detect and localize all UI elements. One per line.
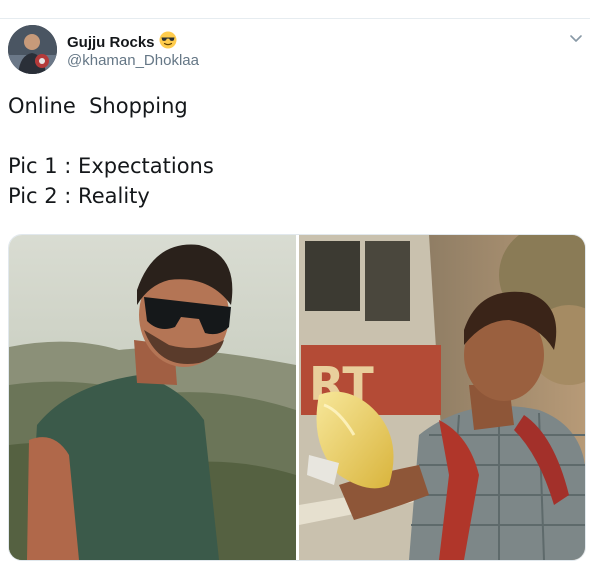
chevron-down-icon[interactable] — [569, 31, 583, 45]
pic-1-expectation — [9, 235, 296, 560]
user-display-name: Gujju Rocks — [67, 34, 155, 51]
pic-2-reality: RT — [299, 235, 585, 560]
tweet-media[interactable]: RT — [8, 234, 586, 561]
user-handle[interactable]: @khaman_Dhoklaa — [67, 51, 199, 71]
tweet-text-line-3: Pic 2 : Reality — [8, 184, 150, 208]
avatar[interactable] — [8, 25, 57, 74]
tweet-text-line-1: Online Shopping — [8, 94, 188, 118]
timeline-divider — [0, 18, 590, 19]
tweet-text-line-2: Pic 1 : Expectations — [8, 154, 214, 178]
